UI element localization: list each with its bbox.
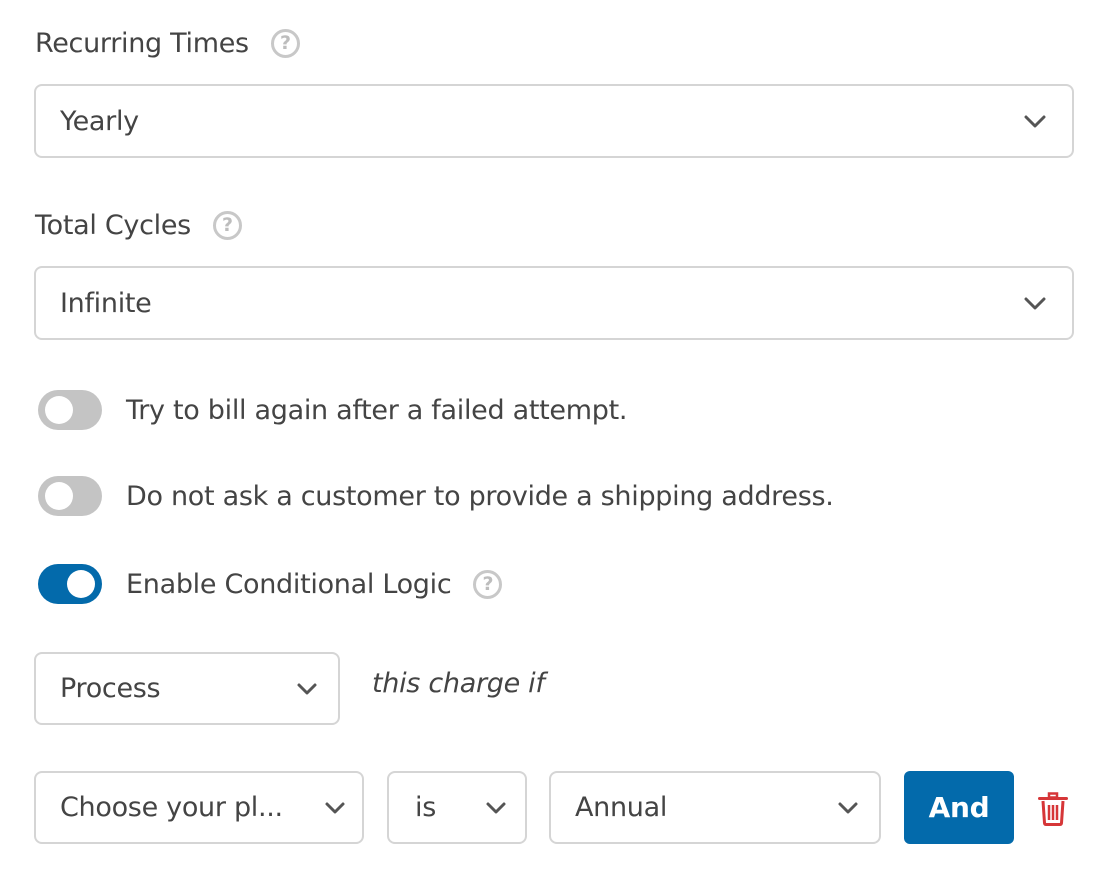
condition-field-value: Choose your pl... xyxy=(60,792,283,823)
chevron-down-icon xyxy=(1024,292,1046,314)
total-cycles-value: Infinite xyxy=(60,287,152,319)
total-cycles-label: Total Cycles xyxy=(35,210,191,241)
toggle-knob xyxy=(67,570,95,598)
chevron-down-icon xyxy=(485,797,507,819)
chevron-down-icon xyxy=(1024,110,1046,132)
question-circle-icon[interactable]: ? xyxy=(270,29,300,58)
recurring-times-select[interactable]: Yearly xyxy=(34,84,1074,158)
chevron-down-icon xyxy=(324,797,346,819)
recurring-times-label-row: Recurring Times ? xyxy=(35,28,300,59)
conditional-logic-label: Enable Conditional Logic xyxy=(126,568,452,600)
condition-field-select[interactable]: Choose your pl... xyxy=(34,771,364,844)
total-cycles-label-row: Total Cycles ? xyxy=(35,210,242,241)
chevron-down-icon xyxy=(837,797,859,819)
and-button[interactable]: And xyxy=(904,771,1014,844)
toggle-knob xyxy=(45,396,73,424)
recurring-times-label: Recurring Times xyxy=(35,28,249,59)
condition-value-value: Annual xyxy=(575,792,668,823)
total-cycles-select[interactable]: Infinite xyxy=(34,266,1074,340)
retry-billing-label: Try to bill again after a failed attempt… xyxy=(126,394,628,426)
condition-operator-select[interactable]: is xyxy=(387,771,527,844)
conditional-action-value: Process xyxy=(60,673,161,704)
question-circle-icon[interactable]: ? xyxy=(473,569,503,599)
question-circle-icon[interactable]: ? xyxy=(212,211,242,240)
no-shipping-toggle-row: Do not ask a customer to provide a shipp… xyxy=(38,476,834,516)
retry-billing-toggle-row: Try to bill again after a failed attempt… xyxy=(38,390,627,430)
conditional-action-suffix: this charge if xyxy=(372,668,545,699)
toggle-knob xyxy=(45,482,73,510)
chevron-down-icon xyxy=(296,678,318,700)
trash-icon[interactable] xyxy=(1038,792,1068,826)
conditional-action-select[interactable]: Process xyxy=(34,652,340,725)
conditional-logic-toggle[interactable] xyxy=(38,564,102,604)
condition-value-select[interactable]: Annual xyxy=(549,771,881,844)
no-shipping-toggle[interactable] xyxy=(38,476,102,516)
no-shipping-label: Do not ask a customer to provide a shipp… xyxy=(126,480,834,512)
retry-billing-toggle[interactable] xyxy=(38,390,102,430)
recurring-times-value: Yearly xyxy=(60,105,139,137)
conditional-logic-toggle-row: Enable Conditional Logic ? xyxy=(38,564,503,604)
